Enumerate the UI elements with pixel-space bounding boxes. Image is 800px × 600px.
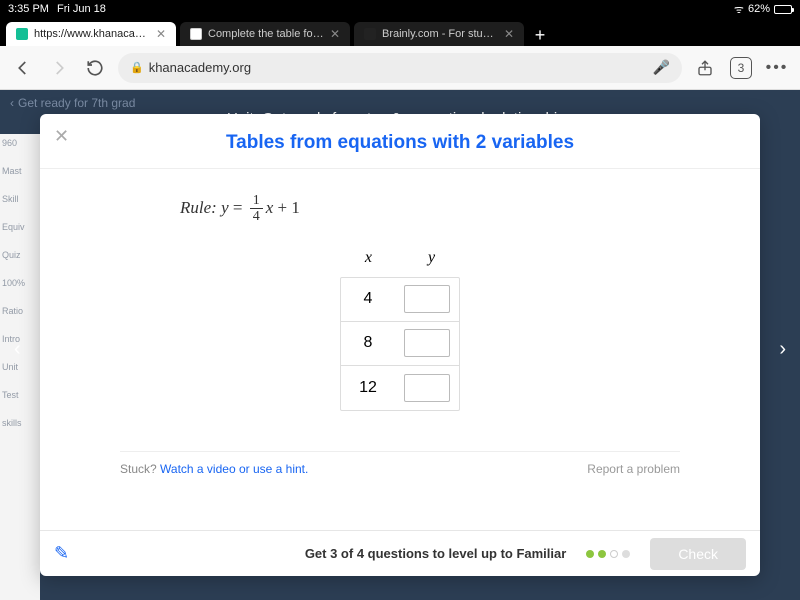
streak-icon[interactable]: ✎: [54, 543, 69, 564]
page-background: ‹ Get ready for 7th grad Unit: Get ready…: [0, 90, 800, 600]
breadcrumb[interactable]: ‹ Get ready for 7th grad: [0, 90, 800, 112]
browser-toolbar: 🔒 khanacademy.org 🎤 3 •••: [0, 46, 800, 90]
table-row: 4: [341, 278, 459, 322]
y-input-3[interactable]: [404, 374, 450, 402]
exercise-body: Rule: y = 14x + 1 x y 4 8: [40, 169, 760, 530]
lock-icon: 🔒: [130, 61, 144, 74]
reload-button[interactable]: [82, 55, 108, 81]
header-y: y: [428, 249, 435, 267]
check-button[interactable]: Check: [650, 538, 746, 570]
table-row: 12: [341, 366, 459, 410]
favicon-brainly-icon: [364, 28, 376, 40]
progress-dot-icon: [610, 550, 618, 558]
x-value: 12: [341, 379, 395, 397]
tabs-button[interactable]: 3: [728, 55, 754, 81]
x-value: 8: [341, 334, 395, 352]
y-input-1[interactable]: [404, 285, 450, 313]
tabs-count: 3: [730, 57, 752, 79]
tab-brainly[interactable]: Brainly.com - For studen ✕: [354, 22, 524, 46]
exercise-title: Tables from equations with 2 variables: [40, 114, 760, 169]
xy-table: 4 8 12: [340, 277, 460, 411]
tab-title: https://www.khanacaden: [34, 28, 150, 40]
progress-dot-icon: [598, 550, 606, 558]
progress-text: Get 3 of 4 questions to level up to Fami…: [305, 546, 567, 561]
battery-icon: [774, 5, 792, 14]
prev-question-button[interactable]: ‹: [6, 330, 29, 369]
tab-title: Complete the table for th: [208, 28, 324, 40]
exercise-modal: ✕ Tables from equations with 2 variables…: [40, 114, 760, 576]
more-button[interactable]: •••: [764, 55, 790, 81]
progress-dot-icon: [622, 550, 630, 558]
rule-equation: Rule: y = 14x + 1: [180, 193, 680, 225]
progress-dot-icon: [586, 550, 594, 558]
favicon-google-icon: [190, 28, 202, 40]
browser-tab-strip: https://www.khanacaden ✕ Complete the ta…: [0, 18, 800, 46]
wifi-icon: ᯤ: [734, 2, 744, 17]
mic-icon[interactable]: 🎤: [653, 59, 670, 76]
tab-close-icon[interactable]: ✕: [330, 27, 340, 41]
header-x: x: [365, 249, 372, 267]
tab-close-icon[interactable]: ✕: [504, 27, 514, 41]
forward-button[interactable]: [46, 55, 72, 81]
back-button[interactable]: [10, 55, 36, 81]
exercise-footer: ✎ Get 3 of 4 questions to level up to Fa…: [40, 530, 760, 576]
share-button[interactable]: [692, 55, 718, 81]
battery-percent: 62%: [748, 3, 770, 15]
x-value: 4: [341, 290, 395, 308]
tab-khanacademy[interactable]: https://www.khanacaden ✕: [6, 22, 176, 46]
y-input-2[interactable]: [404, 329, 450, 357]
table-row: 8: [341, 322, 459, 366]
progress-dots: [586, 550, 630, 558]
hint-link[interactable]: Watch a video or use a hint.: [160, 462, 308, 476]
report-problem-link[interactable]: Report a problem: [587, 462, 680, 476]
status-bar: 3:35 PM Fri Jun 18 ᯤ 62%: [0, 0, 800, 18]
table-headers: x y: [340, 249, 460, 267]
address-bar[interactable]: 🔒 khanacademy.org 🎤: [118, 53, 682, 83]
url-text: khanacademy.org: [149, 60, 251, 75]
favicon-khan-icon: [16, 28, 28, 40]
next-question-button[interactable]: ›: [771, 330, 794, 369]
tab-title: Brainly.com - For studen: [382, 28, 498, 40]
status-date: Fri Jun 18: [57, 3, 106, 15]
close-modal-button[interactable]: ✕: [54, 126, 69, 147]
new-tab-button[interactable]: +: [528, 25, 552, 46]
status-time: 3:35 PM: [8, 3, 49, 15]
hint-row: Stuck? Watch a video or use a hint. Repo…: [120, 451, 680, 476]
stuck-label: Stuck?: [120, 462, 160, 476]
tab-close-icon[interactable]: ✕: [156, 27, 166, 41]
tab-google[interactable]: Complete the table for th ✕: [180, 22, 350, 46]
